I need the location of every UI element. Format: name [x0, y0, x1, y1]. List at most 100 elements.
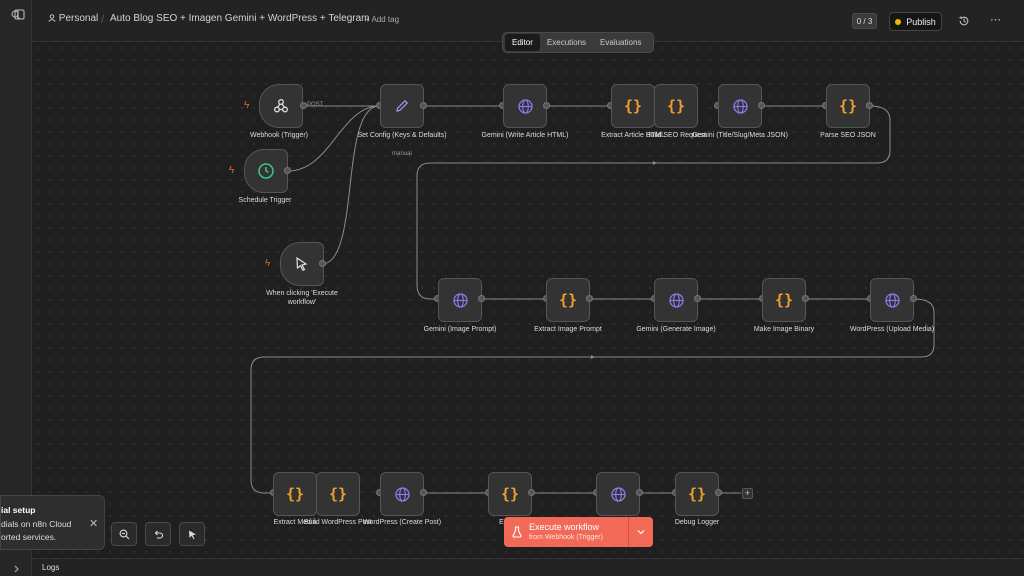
output-port[interactable] [866, 102, 873, 109]
node-extract-article[interactable]: {} [611, 84, 655, 128]
output-port[interactable] [802, 295, 809, 302]
status-dot [895, 18, 902, 25]
node-label: WordPress (Create Post) [362, 519, 442, 526]
output-port[interactable] [420, 102, 427, 109]
code-braces-icon: {} [687, 485, 707, 503]
breadcrumb-separator: / [101, 12, 105, 26]
output-port[interactable] [758, 102, 765, 109]
undo-button[interactable] [145, 522, 171, 546]
output-port[interactable] [910, 295, 917, 302]
execution-counter: 0 / 3 [852, 13, 877, 29]
node-label: WordPress (Upload Media) [849, 326, 935, 333]
tab-editor[interactable]: Editor [505, 34, 540, 51]
output-port[interactable] [543, 102, 550, 109]
code-braces-icon: {} [285, 485, 305, 503]
output-port[interactable] [478, 295, 485, 302]
close-icon[interactable]: ✕ [89, 517, 98, 530]
node-label: Make Image Binary [753, 326, 815, 333]
node-label: Parse SEO JSON [820, 132, 876, 139]
project-breadcrumb[interactable]: Personal [48, 13, 98, 24]
tab-evaluations[interactable]: Evaluations [593, 34, 648, 51]
output-port[interactable] [420, 489, 427, 496]
node-gemini-generate-image[interactable] [654, 278, 698, 322]
webhook-icon [274, 99, 288, 113]
logs-label: Logs [42, 563, 60, 572]
user-icon [48, 14, 56, 22]
node-manual-trigger[interactable] [280, 242, 324, 286]
node-extract-media[interactable]: {} [273, 472, 317, 516]
node-label: Gemini (Generate Image) [636, 326, 716, 333]
code-braces-icon: {} [328, 485, 348, 503]
node-label: Schedule Trigger [238, 197, 292, 204]
node-label: Webhook (Trigger) [250, 132, 308, 139]
node-label: Set Config (Keys & Defaults) [357, 132, 447, 139]
sidebar-toggle-icon[interactable] [12, 3, 26, 25]
node-telegram-send[interactable] [596, 472, 640, 516]
chevron-down-icon [637, 530, 645, 535]
code-braces-icon: {} [623, 97, 643, 115]
toast-title: ial setup [1, 505, 36, 515]
tidy-up-button[interactable] [179, 522, 205, 546]
toast-line: dials on n8n Cloud [1, 519, 72, 529]
publish-button[interactable]: Publish [889, 12, 942, 31]
node-extract-image-prompt[interactable]: {} [546, 278, 590, 322]
n8n-editor: Personal / Auto Blog SEO + Imagen Gemini… [0, 0, 1024, 576]
view-tabs: Editor Executions Evaluations [502, 32, 654, 53]
node-build-wordpress-post[interactable]: {} [316, 472, 360, 516]
zoom-out-icon [119, 529, 129, 539]
node-label: When clicking 'Execute workflow' [266, 290, 338, 306]
globe-icon [668, 292, 684, 308]
flask-icon [512, 526, 522, 538]
execute-main[interactable]: Execute workflow from Webhook (Trigger) [504, 517, 628, 547]
history-icon[interactable] [958, 14, 970, 32]
node-label: Extract Image Prompt [534, 326, 602, 333]
node-gemini-image-prompt[interactable] [438, 278, 482, 322]
node-build-seo-request[interactable]: {} [654, 84, 698, 128]
logs-panel-toggle[interactable]: Logs [32, 558, 1024, 576]
node-set-config[interactable] [380, 84, 424, 128]
globe-icon [517, 98, 533, 114]
node-webhook-trigger[interactable] [259, 84, 303, 128]
execute-label: Execute workflow [529, 522, 600, 532]
globe-icon [394, 486, 410, 502]
node-wordpress-create-post[interactable] [380, 472, 424, 516]
code-braces-icon: {} [774, 291, 794, 309]
output-port[interactable] [528, 489, 535, 496]
node-extract-post[interactable]: {} [488, 472, 532, 516]
node-gemini-write-article[interactable] [503, 84, 547, 128]
output-port[interactable] [300, 102, 307, 109]
node-schedule-trigger[interactable] [244, 149, 288, 193]
add-tag-link[interactable]: + Add tag [365, 15, 399, 24]
node-sublabel: manual [392, 151, 412, 157]
zoom-out-button[interactable] [111, 522, 137, 546]
tab-executions[interactable]: Executions [540, 34, 593, 51]
trigger-bolt-icon: ϟ [244, 100, 250, 111]
output-port[interactable] [694, 295, 701, 302]
workflow-title[interactable]: Auto Blog SEO + Imagen Gemini + WordPres… [110, 13, 369, 24]
node-gemini-title-slug-meta[interactable] [718, 84, 762, 128]
output-port[interactable] [636, 489, 643, 496]
node-parse-seo-json[interactable]: {} [826, 84, 870, 128]
code-braces-icon: {} [838, 97, 858, 115]
node-wordpress-upload-media[interactable] [870, 278, 914, 322]
output-port[interactable] [284, 167, 291, 174]
more-options-icon[interactable]: ⋯ [990, 13, 1001, 26]
globe-icon [610, 486, 626, 502]
output-port[interactable] [319, 260, 326, 267]
output-port[interactable] [715, 489, 722, 496]
toast-line: orted services. [1, 532, 57, 542]
output-port[interactable] [586, 295, 593, 302]
cursor-icon [296, 256, 308, 271]
code-braces-icon: {} [558, 291, 578, 309]
project-name: Personal [58, 13, 99, 24]
undo-icon [154, 530, 163, 539]
add-node-button[interactable]: + [742, 488, 753, 499]
execute-dropdown[interactable] [628, 517, 653, 547]
execute-workflow-button[interactable]: Execute workflow from Webhook (Trigger) [504, 517, 653, 547]
setup-toast: ial setup dials on n8n Cloud orted servi… [0, 495, 105, 550]
node-label: Debug Logger [674, 519, 720, 526]
node-debug-logger[interactable]: {} [675, 472, 719, 516]
node-make-image-binary[interactable]: {} [762, 278, 806, 322]
chevron-right-icon[interactable] [0, 558, 32, 576]
trigger-bolt-icon: ϟ [265, 258, 271, 269]
